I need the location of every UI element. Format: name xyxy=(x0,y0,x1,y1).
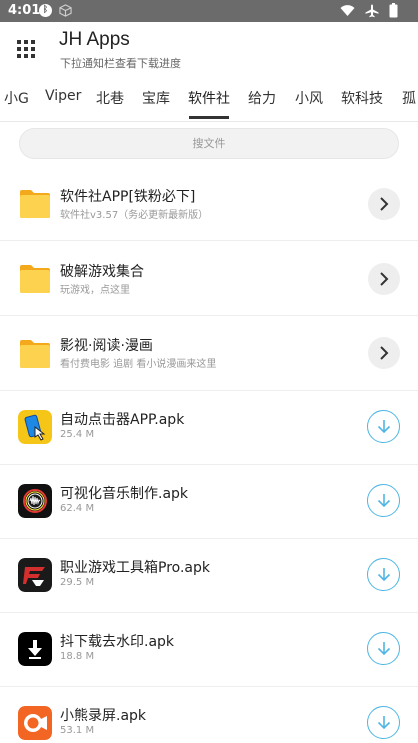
file-list: 软件社APP[铁粉必下] 软件社v3.57（务必更新最新版） 破解游戏集合 玩游… xyxy=(0,166,418,743)
file-title: 小熊录屏.apk xyxy=(60,708,147,724)
tab-ruankeji[interactable]: 软科技 xyxy=(341,88,383,108)
download-app-icon xyxy=(18,632,52,666)
file-size: 62.4 M xyxy=(60,503,95,514)
search-input[interactable]: 搜文件 xyxy=(19,128,399,159)
chevron-right-icon xyxy=(380,197,389,211)
active-tab-indicator xyxy=(189,116,229,119)
app-title: JH Apps xyxy=(59,29,130,50)
tab-xiaog[interactable]: 小G xyxy=(4,88,29,108)
folder-icon xyxy=(20,340,50,368)
folder-icon xyxy=(20,190,50,218)
tab-gu[interactable]: 孤 xyxy=(402,88,416,108)
file-row[interactable]: 小熊录屏.apk 53.1 M xyxy=(0,687,418,743)
app-subtitle: 下拉通知栏查看下载进度 xyxy=(60,57,181,70)
tab-viper[interactable]: Viper xyxy=(45,88,81,104)
grid-menu-icon[interactable] xyxy=(17,40,35,58)
download-arrow-icon xyxy=(377,716,391,730)
file-title: 可视化音乐制作.apk xyxy=(60,486,189,502)
download-button[interactable] xyxy=(367,484,400,517)
download-arrow-icon xyxy=(377,642,391,656)
folder-row[interactable]: 软件社APP[铁粉必下] 软件社v3.57（务必更新最新版） xyxy=(0,166,418,241)
folder-title: 影视·阅读·漫画 xyxy=(60,338,153,354)
bluetooth-icon: ᛒ xyxy=(39,4,52,17)
download-arrow-icon xyxy=(377,568,391,582)
open-folder-button[interactable] xyxy=(368,263,400,295)
file-row[interactable]: 抖下载去水印.apk 18.8 M xyxy=(0,613,418,687)
file-row[interactable]: 自动点击器APP.apk 25.4 M xyxy=(0,391,418,465)
status-bar: 4:01 ᛒ xyxy=(0,0,418,22)
app-header: JH Apps 下拉通知栏查看下载进度 xyxy=(0,22,418,76)
tab-baoku[interactable]: 宝库 xyxy=(142,88,170,108)
battery-icon xyxy=(389,3,398,18)
folder-title: 破解游戏集合 xyxy=(60,264,144,280)
folder-subtitle: 软件社v3.57（务必更新最新版） xyxy=(60,210,209,221)
download-button[interactable] xyxy=(367,706,400,739)
file-title: 自动点击器APP.apk xyxy=(60,412,185,428)
file-size: 29.5 M xyxy=(60,577,95,588)
folder-subtitle: 玩游戏，点这里 xyxy=(60,285,130,296)
file-row[interactable]: 职业游戏工具箱Pro.apk 29.5 M xyxy=(0,539,418,613)
file-size: 18.8 M xyxy=(60,651,95,662)
airplane-icon xyxy=(365,4,379,17)
chevron-right-icon xyxy=(380,272,389,286)
category-tabs: 小G Viper 北巷 宝库 软件社 给力 小风 软科技 孤 xyxy=(0,78,418,122)
download-arrow-icon xyxy=(377,494,391,508)
download-button[interactable] xyxy=(367,410,400,443)
screen-recorder-app-icon xyxy=(18,706,52,740)
file-size: 53.1 M xyxy=(60,725,95,736)
cube-icon xyxy=(59,4,72,17)
file-title: 抖下载去水印.apk xyxy=(60,634,175,650)
folder-title: 软件社APP[铁粉必下] xyxy=(60,189,196,205)
auto-clicker-app-icon xyxy=(18,410,52,444)
folder-row[interactable]: 影视·阅读·漫画 看付费电影 追剧 看小说漫画来这里 xyxy=(0,316,418,391)
download-button[interactable] xyxy=(367,632,400,665)
download-arrow-icon xyxy=(377,420,391,434)
tab-geili[interactable]: 给力 xyxy=(248,88,276,108)
open-folder-button[interactable] xyxy=(368,337,400,369)
wifi-icon xyxy=(340,5,355,16)
chevron-right-icon xyxy=(380,346,389,360)
music-visualizer-app-icon xyxy=(18,484,52,518)
folder-subtitle: 看付费电影 追剧 看小说漫画来这里 xyxy=(60,359,217,370)
tab-beixiang[interactable]: 北巷 xyxy=(96,88,124,108)
download-button[interactable] xyxy=(367,558,400,591)
file-size: 25.4 M xyxy=(60,429,95,440)
folder-icon xyxy=(20,265,50,293)
file-row[interactable]: 可视化音乐制作.apk 62.4 M xyxy=(0,465,418,539)
status-time: 4:01 xyxy=(8,3,41,18)
tab-xiaofeng[interactable]: 小风 xyxy=(295,88,323,108)
open-folder-button[interactable] xyxy=(368,188,400,220)
game-toolbox-app-icon xyxy=(18,558,52,592)
file-title: 职业游戏工具箱Pro.apk xyxy=(60,560,210,576)
folder-row[interactable]: 破解游戏集合 玩游戏，点这里 xyxy=(0,241,418,316)
tab-ruanjianshe[interactable]: 软件社 xyxy=(188,88,230,108)
